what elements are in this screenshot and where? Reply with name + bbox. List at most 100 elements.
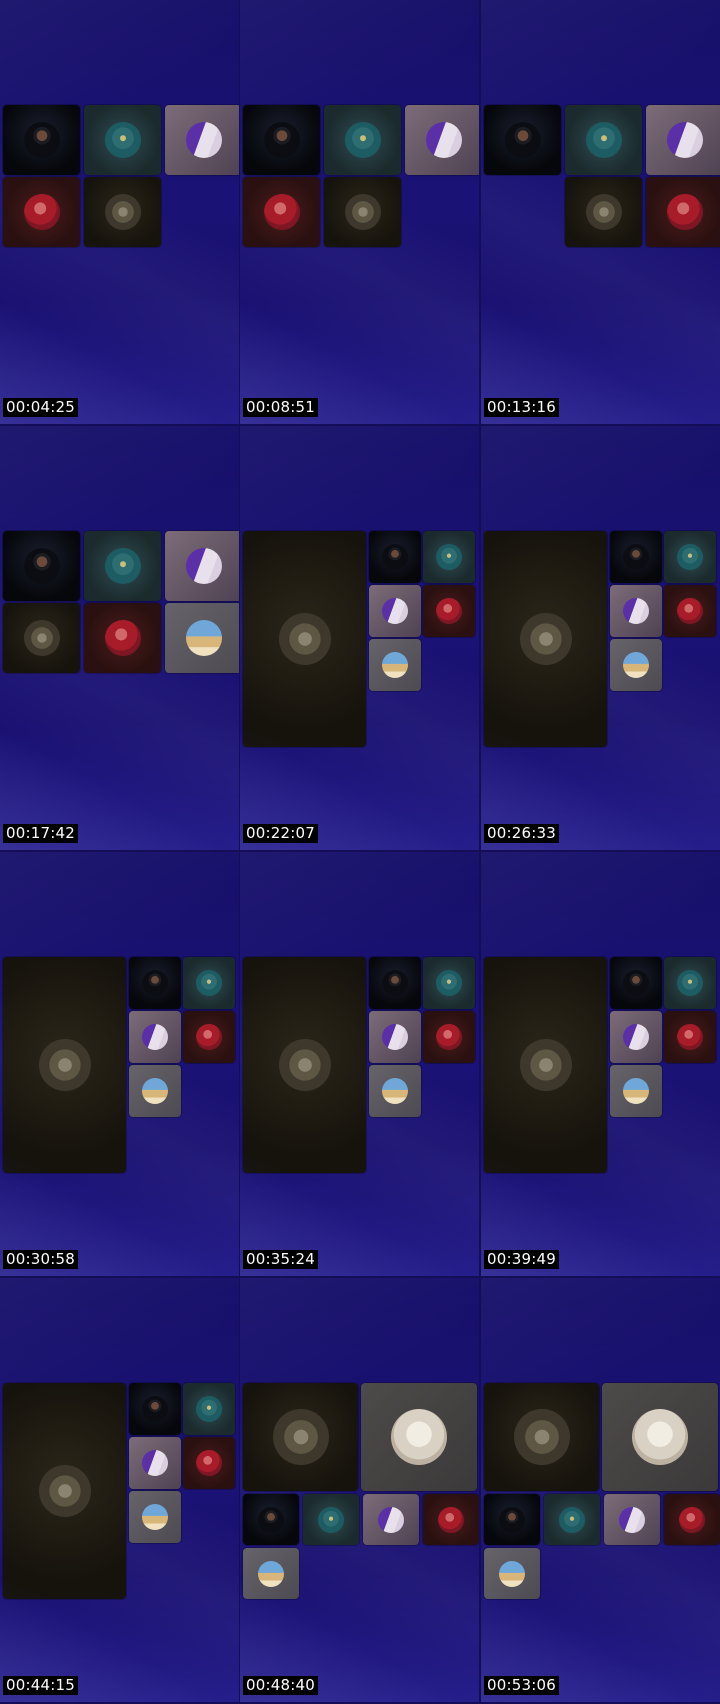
spotlight-tile-white[interactable] — [361, 1383, 477, 1491]
participant-tile-rose[interactable] — [183, 1437, 235, 1489]
spotlight-tile-box[interactable] — [484, 1383, 599, 1491]
participant-tile-purple[interactable] — [165, 105, 239, 175]
participant-avatar-rose — [436, 1024, 462, 1050]
participant-tile-man[interactable] — [369, 531, 421, 583]
timestamp-label: 00:53:06 — [484, 1676, 559, 1695]
participant-avatar-sand — [142, 1504, 168, 1530]
participant-tile-man[interactable] — [129, 1383, 181, 1435]
participant-tile-man[interactable] — [129, 957, 181, 1009]
participant-tile-sand[interactable] — [165, 603, 239, 673]
participant-tile-rose[interactable] — [84, 603, 161, 673]
spotlight-tile-box[interactable] — [243, 957, 366, 1173]
participant-avatar-alien — [677, 970, 703, 996]
participant-tile-alien[interactable] — [84, 105, 161, 175]
participant-avatar-alien — [318, 1506, 344, 1533]
participant-tile-box[interactable] — [324, 177, 401, 247]
participant-tile-man[interactable] — [369, 957, 421, 1009]
participant-tile-man[interactable] — [243, 105, 320, 175]
participant-tile-rose[interactable] — [664, 1011, 716, 1063]
participant-avatar-purple — [425, 122, 462, 158]
participant-tile-man[interactable] — [243, 1494, 299, 1545]
spotlight-tile-box[interactable] — [3, 957, 126, 1173]
participant-avatar-box — [38, 1465, 91, 1517]
participant-tile-alien[interactable] — [303, 1494, 359, 1545]
participant-tile-rose[interactable] — [664, 1494, 720, 1545]
participant-tile-sand[interactable] — [610, 639, 662, 691]
participant-tile-sand[interactable] — [243, 1548, 299, 1599]
participant-tile-alien[interactable] — [84, 531, 161, 601]
participant-tile-sand[interactable] — [610, 1065, 662, 1117]
participant-tile-man[interactable] — [484, 105, 561, 175]
participant-tile-rose[interactable] — [423, 1494, 479, 1545]
participant-tile-man[interactable] — [3, 105, 80, 175]
participant-tile-alien[interactable] — [324, 105, 401, 175]
participant-tile-purple[interactable] — [129, 1437, 181, 1489]
participant-tile-alien[interactable] — [664, 957, 716, 1009]
participant-tile-rose[interactable] — [423, 585, 475, 637]
timestamp-label: 00:08:51 — [243, 398, 318, 417]
video-frame: 00:48:40 — [240, 1278, 479, 1702]
spotlight-tile-box[interactable] — [484, 957, 607, 1173]
participant-tile-rose[interactable] — [183, 1011, 235, 1063]
participant-tile-purple[interactable] — [610, 585, 662, 637]
participant-tile-purple[interactable] — [369, 1011, 421, 1063]
participant-tile-purple[interactable] — [646, 105, 720, 175]
participant-tile-purple[interactable] — [610, 1011, 662, 1063]
participant-tile-sand[interactable] — [129, 1491, 181, 1543]
participant-tile-box[interactable] — [565, 177, 642, 247]
participant-tile-purple[interactable] — [369, 585, 421, 637]
participant-tile-man[interactable] — [610, 957, 662, 1009]
participant-tile-alien[interactable] — [183, 957, 235, 1009]
participant-tile-sand[interactable] — [369, 1065, 421, 1117]
spotlight-tile-box[interactable] — [243, 531, 366, 747]
participant-avatar-rose — [436, 598, 462, 624]
participant-tile-box[interactable] — [3, 603, 80, 673]
participant-tile-purple[interactable] — [604, 1494, 660, 1545]
participant-avatar-man — [258, 1506, 284, 1533]
video-frame: 00:35:24 — [240, 852, 479, 1276]
participant-tile-sand[interactable] — [484, 1548, 540, 1599]
participant-avatar-box — [519, 1039, 572, 1091]
participant-tile-rose[interactable] — [423, 1011, 475, 1063]
participant-avatar-man — [623, 970, 649, 996]
timestamp-label: 00:35:24 — [243, 1250, 318, 1269]
participant-tile-alien[interactable] — [565, 105, 642, 175]
participant-tile-purple[interactable] — [129, 1011, 181, 1063]
participant-avatar-box — [104, 194, 141, 230]
spotlight-tile-box[interactable] — [484, 531, 607, 747]
participant-tile-alien[interactable] — [544, 1494, 600, 1545]
participant-avatar-alien — [196, 970, 222, 996]
participant-avatar-alien — [436, 970, 462, 996]
participant-avatar-alien — [559, 1506, 585, 1533]
participant-avatar-alien — [104, 548, 141, 584]
participant-avatar-purple — [142, 1024, 168, 1050]
participant-tile-rose[interactable] — [243, 177, 320, 247]
participant-avatar-alien — [585, 122, 622, 158]
participant-tile-alien[interactable] — [423, 957, 475, 1009]
participant-tile-man[interactable] — [3, 531, 80, 601]
participant-tile-alien[interactable] — [664, 531, 716, 583]
participant-tile-rose[interactable] — [3, 177, 80, 247]
participant-avatar-man — [504, 122, 541, 158]
participant-tile-sand[interactable] — [129, 1065, 181, 1117]
participant-avatar-purple — [185, 122, 222, 158]
participant-tile-rose[interactable] — [664, 585, 716, 637]
spotlight-tile-white[interactable] — [602, 1383, 718, 1491]
participant-tile-rose[interactable] — [646, 177, 720, 247]
participant-tile-sand[interactable] — [369, 639, 421, 691]
participant-tile-purple[interactable] — [405, 105, 479, 175]
spotlight-tile-box[interactable] — [243, 1383, 358, 1491]
participant-tile-alien[interactable] — [423, 531, 475, 583]
participant-tile-box[interactable] — [84, 177, 161, 247]
participant-tile-man[interactable] — [610, 531, 662, 583]
participant-tile-man[interactable] — [484, 1494, 540, 1545]
participant-avatar-rose — [679, 1506, 705, 1533]
participant-tile-alien[interactable] — [183, 1383, 235, 1435]
participant-avatar-rose — [263, 194, 300, 230]
spotlight-tile-box[interactable] — [3, 1383, 126, 1599]
participant-tile-purple[interactable] — [165, 531, 239, 601]
participant-avatar-man — [23, 548, 60, 584]
participant-tile-purple[interactable] — [363, 1494, 419, 1545]
participant-avatar-rose — [196, 1450, 222, 1476]
participant-avatar-sand — [142, 1078, 168, 1104]
